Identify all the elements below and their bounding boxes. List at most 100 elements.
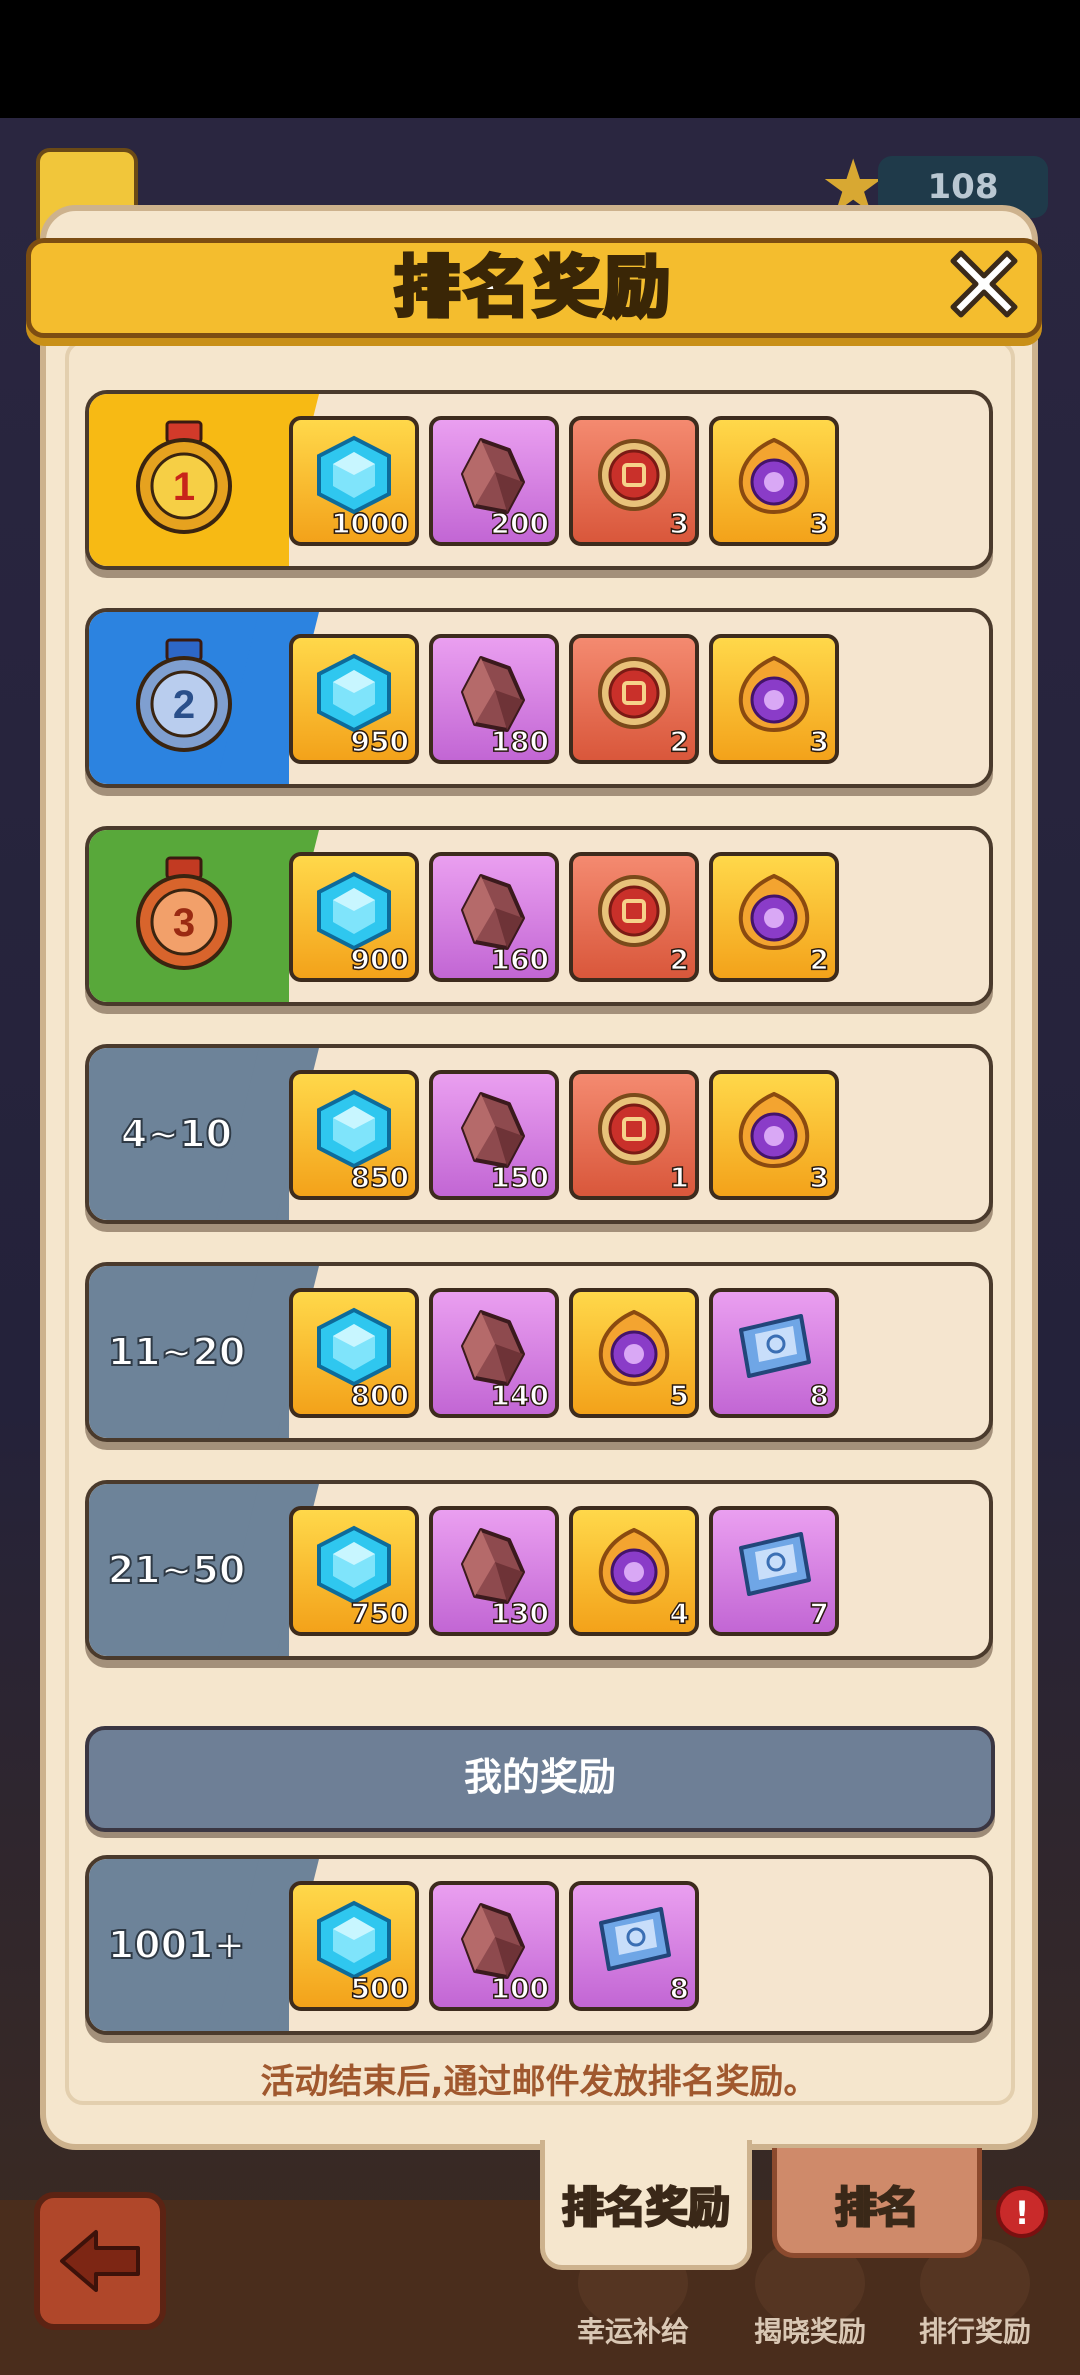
item-count: 140 [490,1378,550,1413]
panel-header: 排名奖励 [26,238,1042,338]
reward-row: 2 950 180 2 3 [85,608,993,788]
reward-row: 1 1000 200 3 3 [85,390,993,570]
ore-icon [451,432,537,518]
tab-label: 排名奖励 [561,2182,732,2234]
item-count: 500 [350,1971,410,2006]
reward-item-diamond[interactable]: 750 [289,1506,419,1636]
ore-icon [451,868,537,954]
alert-badge: ! [996,2186,1048,2238]
item-count: 3 [809,724,830,759]
tab-rank[interactable]: 排名 [772,2148,982,2258]
rank-label: 11~20 [107,1329,247,1375]
reward-item-scroll[interactable]: 7 [709,1506,839,1636]
ore-icon [451,1304,537,1390]
close-button[interactable] [936,236,1032,332]
status-bar [0,0,1080,118]
item-count: 750 [350,1596,410,1631]
reward-item-orb[interactable]: 2 [709,852,839,982]
item-count: 8 [669,1971,690,2006]
orb-icon [731,1086,817,1172]
orb-icon [731,432,817,518]
reward-item-ore[interactable]: 140 [429,1288,559,1418]
item-count: 3 [809,1160,830,1195]
reward-item-orb[interactable]: 3 [709,416,839,546]
item-count: 200 [490,506,550,541]
back-button[interactable] [34,2192,166,2330]
reward-item-diamond[interactable]: 1000 [289,416,419,546]
orb-icon [591,1522,677,1608]
reward-row: 11~20 800 140 5 8 [85,1262,993,1442]
reward-item-orb[interactable]: 3 [709,634,839,764]
reward-item-emblem[interactable]: 2 [569,634,699,764]
diamond-icon [311,1522,397,1608]
item-count: 100 [490,1971,550,2006]
panel-title: 排名奖励 [392,247,674,328]
svg-text:2: 2 [173,683,195,727]
tab-label: 排名 [834,2182,921,2234]
nav-label: 排行奖励 [918,2315,1031,2348]
reward-item-diamond[interactable]: 950 [289,634,419,764]
nav-label: 幸运补给 [576,2315,689,2348]
reward-item-ore[interactable]: 150 [429,1070,559,1200]
emblem-icon [591,650,677,736]
reward-item-ore[interactable]: 130 [429,1506,559,1636]
item-count: 130 [490,1596,550,1631]
reward-item-ore[interactable]: 160 [429,852,559,982]
svg-text:1: 1 [173,465,195,509]
item-count: 850 [350,1160,410,1195]
emblem-icon [591,868,677,954]
reward-item-emblem[interactable]: 2 [569,852,699,982]
scroll-icon [591,1897,677,1983]
reward-item-emblem[interactable]: 1 [569,1070,699,1200]
reward-item-ore[interactable]: 200 [429,416,559,546]
item-count: 3 [669,506,690,541]
reward-row: 3 900 160 2 2 [85,826,993,1006]
my-reward-header: 我的奖励 [85,1726,995,1832]
orb-icon [731,650,817,736]
nav-label: 揭晓奖励 [753,2315,866,2348]
scroll-icon [731,1522,817,1608]
scroll-icon [731,1304,817,1390]
reward-item-diamond[interactable]: 850 [289,1070,419,1200]
reward-item-diamond[interactable]: 900 [289,852,419,982]
item-count: 5 [669,1378,690,1413]
diamond-icon [311,1897,397,1983]
svg-text:3: 3 [173,901,195,945]
ore-icon [451,1897,537,1983]
reward-row: 4~10 850 150 1 3 [85,1044,993,1224]
reward-item-orb[interactable]: 3 [709,1070,839,1200]
reward-item-diamond[interactable]: 800 [289,1288,419,1418]
my-reward-title: 我的奖励 [463,1755,616,1799]
item-count: 950 [350,724,410,759]
reward-item-orb[interactable]: 5 [569,1288,699,1418]
my-reward-row: 1001+ 500 100 8 [85,1855,993,2035]
ore-icon [451,1086,537,1172]
item-count: 2 [809,942,830,977]
item-count: 900 [350,942,410,977]
reward-item-ore[interactable]: 180 [429,634,559,764]
footnote: 活动结束后,通过邮件发放排名奖励。 [260,2062,818,2102]
reward-item-ore[interactable]: 100 [429,1881,559,2011]
item-count: 7 [809,1596,830,1631]
reward-item-emblem[interactable]: 3 [569,416,699,546]
item-count: 1 [669,1160,690,1195]
diamond-icon [311,432,397,518]
reward-item-diamond[interactable]: 500 [289,1881,419,2011]
rank-label: 21~50 [107,1547,247,1593]
item-count: 3 [809,506,830,541]
reward-item-orb[interactable]: 4 [569,1506,699,1636]
arrow-left-icon [60,2230,140,2292]
medal-1-icon: 1 [129,420,239,538]
reward-item-scroll[interactable]: 8 [569,1881,699,2011]
reward-item-scroll[interactable]: 8 [709,1288,839,1418]
orb-icon [591,1304,677,1390]
medal-3-icon: 3 [129,856,239,974]
item-count: 4 [669,1596,690,1631]
item-count: 800 [350,1378,410,1413]
item-count: 180 [490,724,550,759]
emblem-icon [591,432,677,518]
tab-rank-rewards[interactable]: 排名奖励 [540,2140,752,2270]
rank-label: 1001+ [107,1922,247,1968]
diamond-icon [311,650,397,736]
item-count: 8 [809,1378,830,1413]
